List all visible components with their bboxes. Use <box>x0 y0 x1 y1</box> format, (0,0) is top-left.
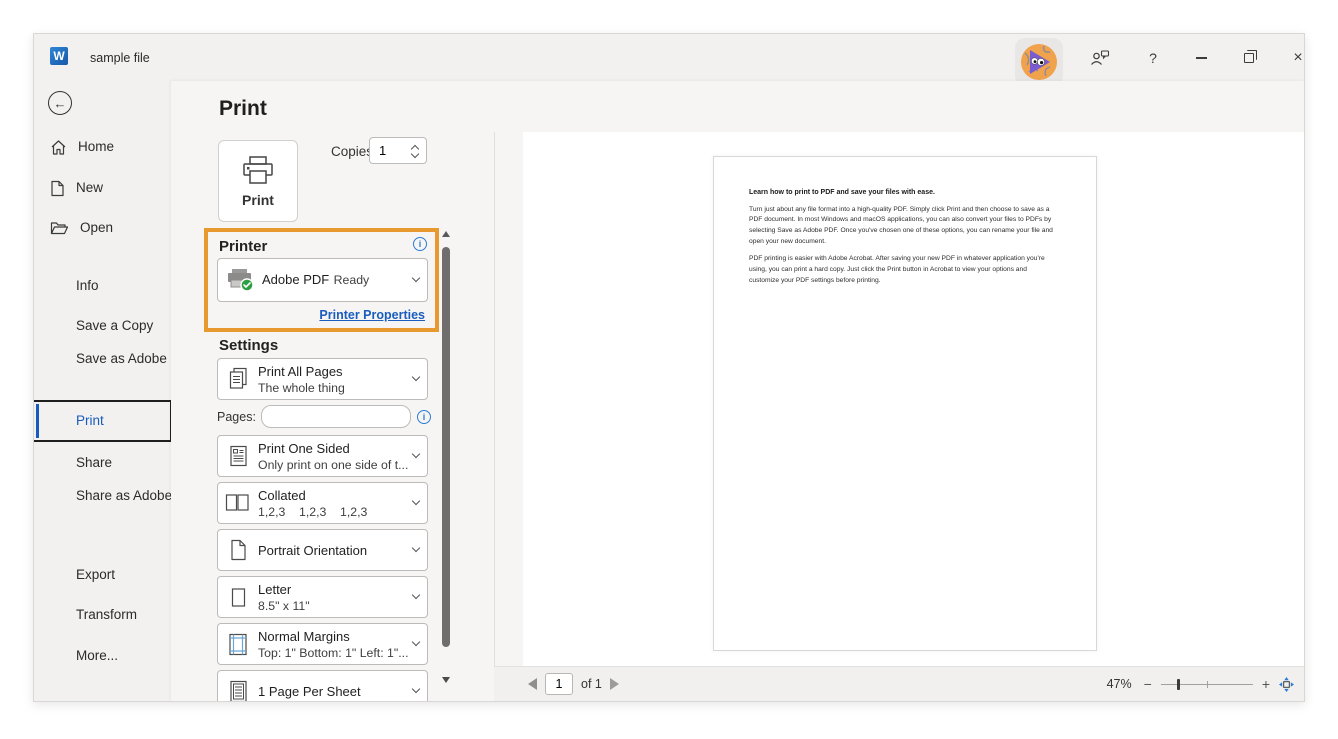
close-button[interactable]: × <box>1284 44 1305 72</box>
print-button[interactable]: Print <box>218 140 298 222</box>
print-one-sided-dropdown[interactable]: Print One Sided Only print on one side o… <box>217 435 428 477</box>
printer-properties-link[interactable]: Printer Properties <box>319 308 425 322</box>
printer-info-icon[interactable] <box>413 237 427 251</box>
sidebar-item-share[interactable]: Share <box>76 454 112 472</box>
zoom-in-button[interactable]: + <box>1262 676 1270 692</box>
settings-scrollbar[interactable] <box>439 229 453 699</box>
printer-section-title: Printer <box>219 238 267 255</box>
open-folder-icon <box>50 220 69 236</box>
help-button[interactable]: ? <box>1139 44 1167 72</box>
pages-per-sheet-dropdown[interactable]: 1 Page Per Sheet <box>217 670 428 702</box>
margins-dropdown[interactable]: Normal Margins Top: 1" Bottom: 1" Left: … <box>217 623 428 665</box>
zoom-slider-thumb[interactable] <box>1177 679 1181 690</box>
zoom-to-page-icon[interactable] <box>1279 677 1294 692</box>
portrait-orientation-icon <box>229 539 247 561</box>
chevron-down-icon <box>412 274 420 282</box>
back-button[interactable]: ← <box>48 91 72 115</box>
new-document-icon <box>50 180 65 197</box>
restore-icon <box>1244 53 1254 63</box>
zoom-out-button[interactable]: − <box>1144 676 1152 692</box>
scroll-down-arrow-icon[interactable] <box>442 677 450 683</box>
printer-name: Adobe PDF <box>262 272 329 287</box>
normal-margins-icon <box>228 633 248 656</box>
document-paragraph: Turn just about any file format into a h… <box>749 205 1055 248</box>
pages-row: Pages: <box>217 405 428 429</box>
avatar-illustration-icon <box>1019 42 1059 82</box>
copies-decrement-button[interactable] <box>412 151 420 159</box>
preview-page: Learn how to print to PDF and save your … <box>713 156 1097 651</box>
word-app-icon: W <box>50 47 68 65</box>
printer-status: Ready <box>334 273 370 287</box>
copies-stepper <box>369 137 427 164</box>
chevron-down-icon <box>412 497 420 505</box>
paper-size-dropdown[interactable]: Letter 8.5" x 11" <box>217 576 428 618</box>
sidebar-item-open[interactable]: Open <box>50 218 166 238</box>
one-page-per-sheet-icon <box>229 680 248 703</box>
printer-section-highlight: Printer Adobe PDF Ready <box>204 228 439 332</box>
restore-button[interactable] <box>1235 44 1263 72</box>
feedback-button[interactable] <box>1086 44 1114 72</box>
scrollbar-thumb[interactable] <box>442 247 450 647</box>
sidebar-item-more[interactable]: More... <box>76 647 118 665</box>
pages-info-icon[interactable] <box>417 410 431 424</box>
sidebar-item-transform[interactable]: Transform <box>76 606 137 624</box>
collated-icon <box>225 493 251 513</box>
chevron-down-icon <box>412 685 420 693</box>
next-page-button[interactable] <box>610 678 619 690</box>
sidebar-item-home[interactable]: Home <box>50 137 164 157</box>
document-heading: Learn how to print to PDF and save your … <box>749 188 1055 199</box>
document-paragraph: PDF printing is easier with Adobe Acroba… <box>749 254 1055 287</box>
chevron-down-icon <box>412 544 420 552</box>
pages-label: Pages: <box>217 410 256 424</box>
account-avatar[interactable] <box>1015 38 1063 86</box>
chevron-down-icon <box>412 373 420 381</box>
sidebar-item-print-selected[interactable]: Print <box>33 400 172 442</box>
sidebar-item-label: New <box>76 180 162 196</box>
collated-dropdown[interactable]: Collated 1,2,3 1,2,3 1,2,3 <box>217 482 428 524</box>
zoom-slider[interactable] <box>1161 678 1253 690</box>
sidebar-item-label: Home <box>78 139 164 155</box>
print-button-label: Print <box>242 192 274 208</box>
copies-input[interactable] <box>371 139 409 162</box>
document-title: sample file <box>90 51 150 65</box>
sidebar-item-info[interactable]: Info <box>76 277 99 295</box>
page-count-label: of 1 <box>581 677 602 691</box>
scroll-up-arrow-icon[interactable] <box>442 231 450 237</box>
preview-statusbar: of 1 47% − + <box>494 666 1304 701</box>
current-page-input[interactable] <box>545 673 573 695</box>
sidebar-item-new[interactable]: New <box>50 178 162 198</box>
home-icon <box>50 139 67 156</box>
pages-input[interactable] <box>261 405 411 428</box>
printer-icon <box>240 155 276 187</box>
word-backstage-window: W sample file ? × ← <box>33 33 1305 702</box>
chevron-down-icon <box>412 591 420 599</box>
zoom-percent[interactable]: 47% <box>1107 677 1132 691</box>
feedback-person-icon <box>1090 49 1110 67</box>
sidebar-item-save-a-copy[interactable]: Save a Copy <box>76 317 153 335</box>
print-preview-area: Learn how to print to PDF and save your … <box>495 132 1304 668</box>
print-backstage-panel: Print Print Copies: Printer <box>171 81 1304 701</box>
letter-size-icon <box>230 587 247 608</box>
minimize-button[interactable] <box>1187 44 1215 72</box>
sidebar-item-export[interactable]: Export <box>76 566 115 584</box>
print-one-sided-icon <box>229 445 248 467</box>
print-all-pages-icon <box>228 367 249 391</box>
selection-accent-bar <box>36 404 39 438</box>
settings-section-title: Settings <box>219 337 278 354</box>
minimize-icon <box>1196 57 1207 59</box>
sidebar-item-label: Open <box>80 220 166 236</box>
print-all-pages-dropdown[interactable]: Print All Pages The whole thing <box>217 358 428 400</box>
printer-ready-icon <box>225 267 255 293</box>
page-title: Print <box>219 97 267 121</box>
previous-page-button[interactable] <box>528 678 537 690</box>
printer-selector-dropdown[interactable]: Adobe PDF Ready <box>217 258 428 302</box>
orientation-dropdown[interactable]: Portrait Orientation <box>217 529 428 571</box>
